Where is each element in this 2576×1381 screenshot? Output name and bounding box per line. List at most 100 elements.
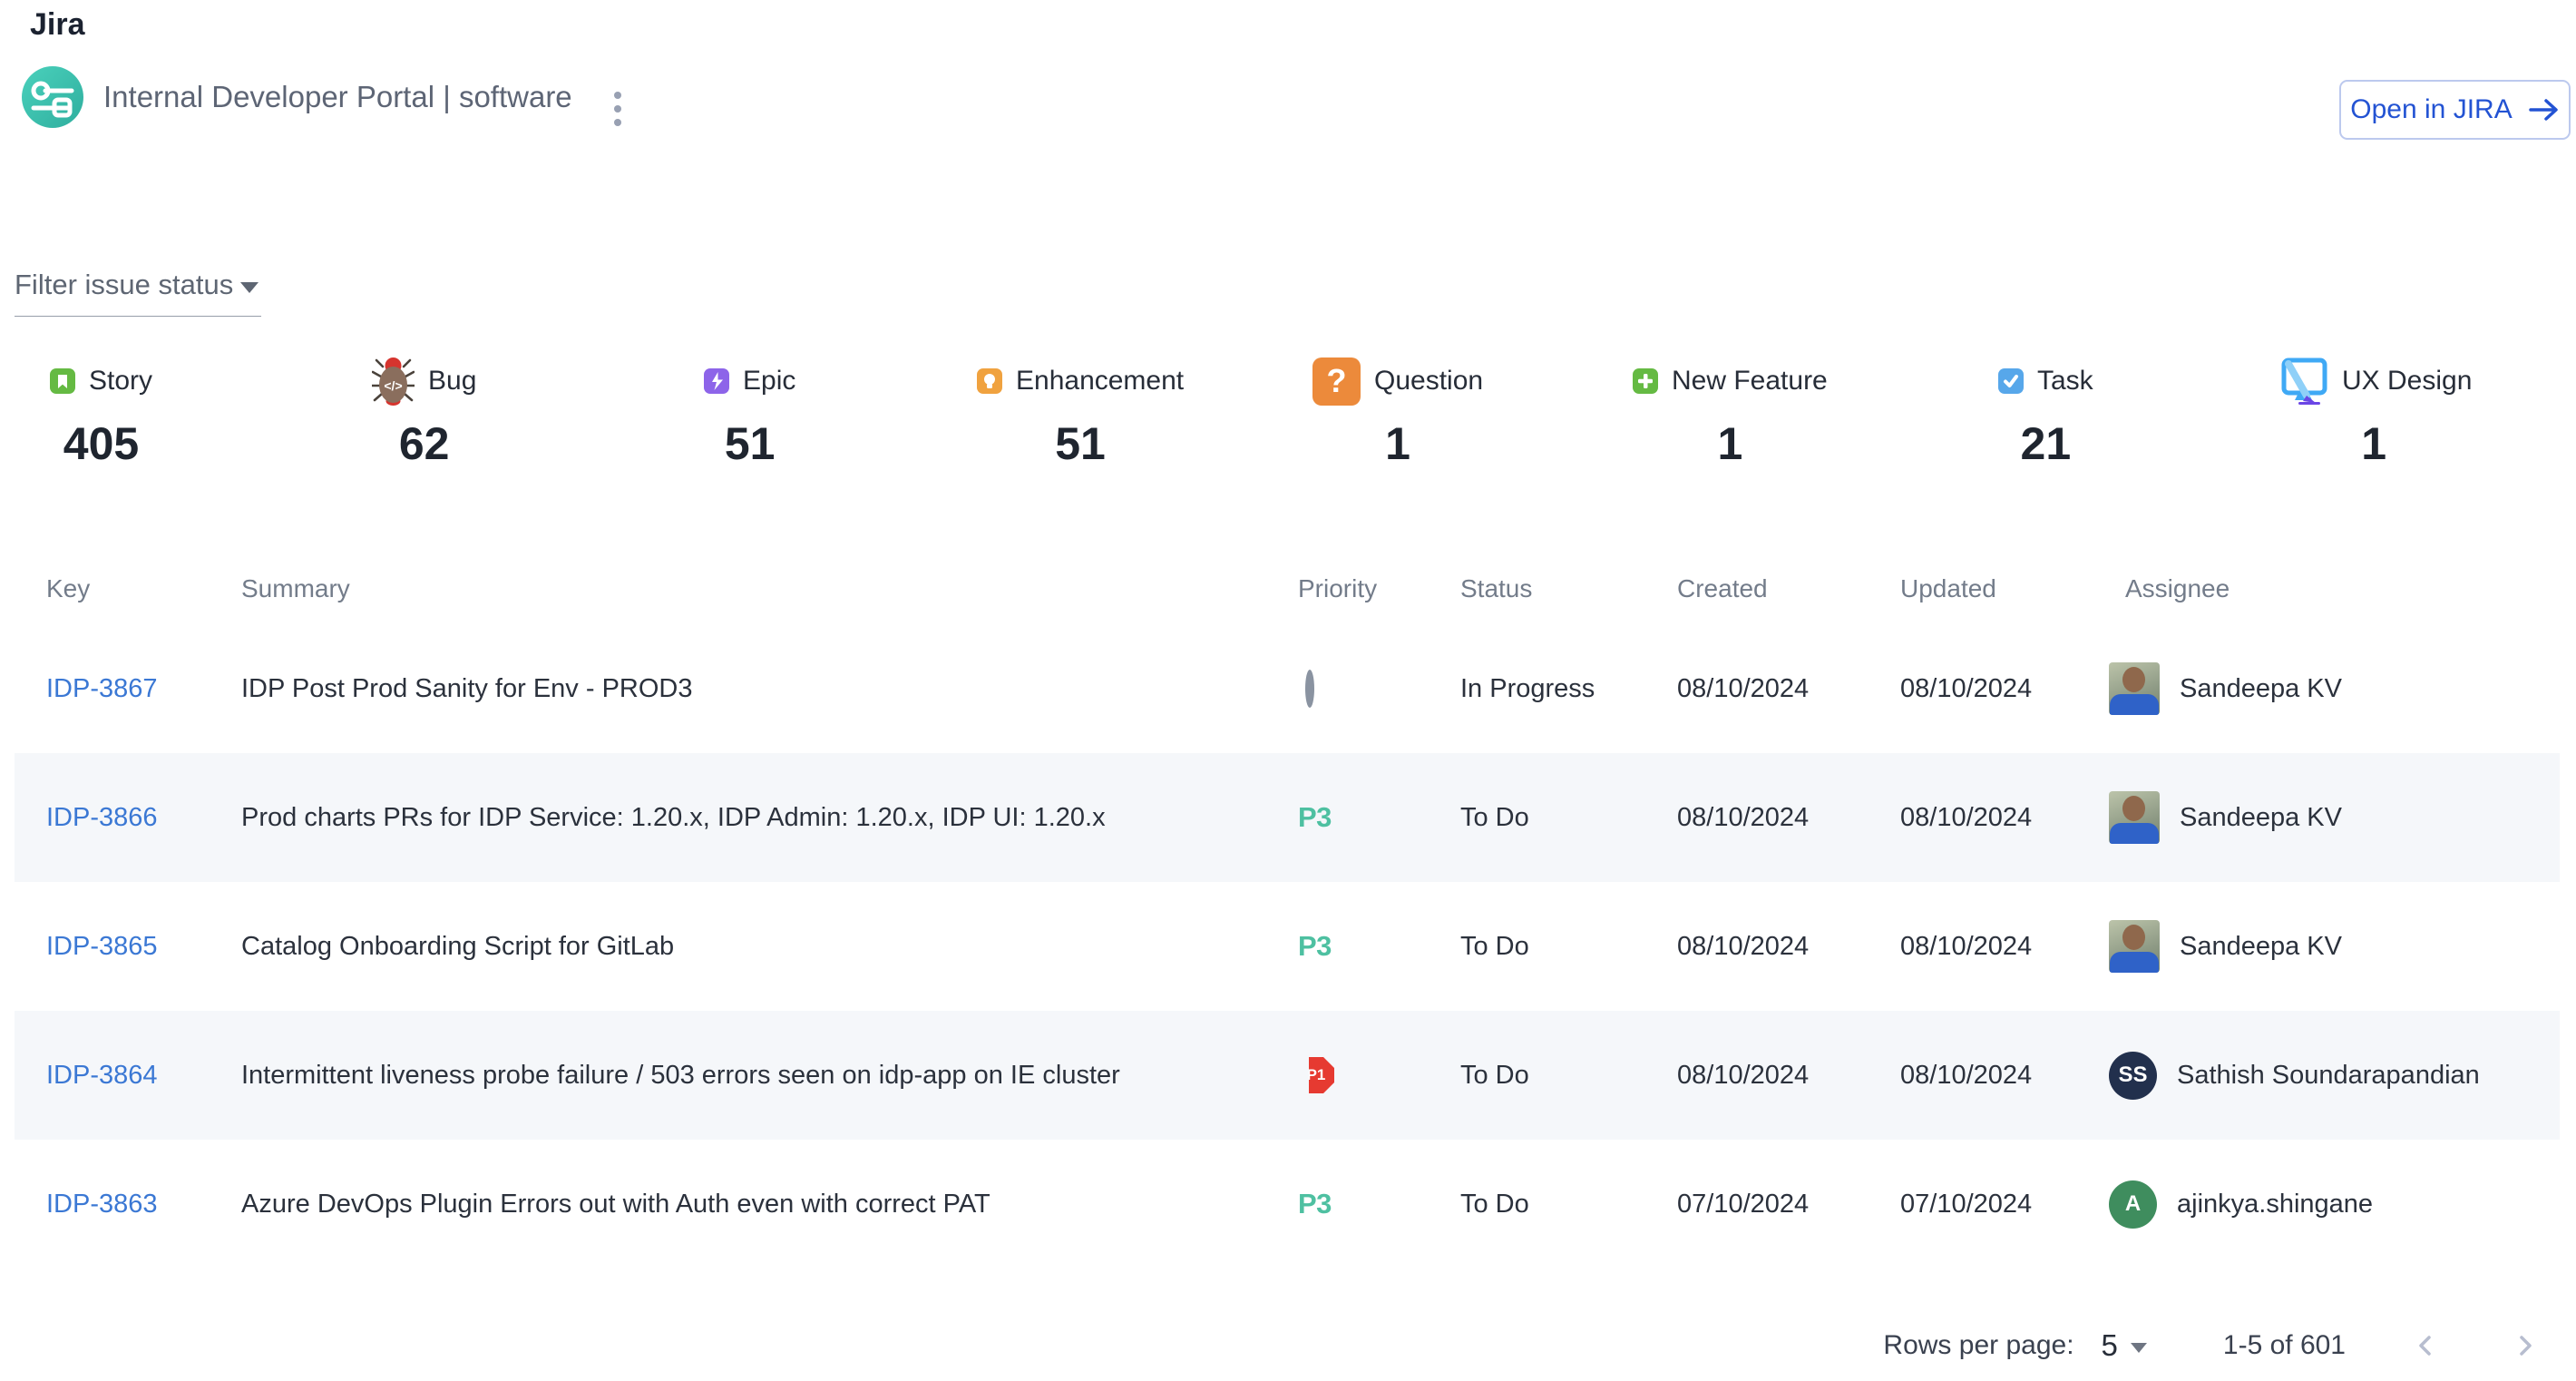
issue-key-link[interactable]: IDP-3866 [46, 803, 158, 832]
filter-issue-status-select[interactable]: Filter issue status [15, 269, 261, 317]
task-icon [1998, 368, 2024, 394]
priority-none-icon [1305, 670, 1314, 708]
counter-new-feature: New Feature 1 [1633, 352, 1828, 469]
table-row[interactable]: IDP-3863 Azure DevOps Plugin Errors out … [15, 1140, 2560, 1268]
story-icon [50, 368, 75, 394]
bug-icon: </> [372, 355, 415, 407]
counter-label: Bug [428, 366, 476, 397]
issue-created: 07/10/2024 [1677, 1190, 1900, 1219]
issue-updated: 07/10/2024 [1900, 1190, 2125, 1219]
table-row[interactable]: IDP-3867 IDP Post Prod Sanity for Env - … [15, 624, 2560, 753]
more-options-icon[interactable] [614, 92, 621, 126]
assignee-name: Sathish Soundarapandian [2177, 1061, 2480, 1091]
next-page-button[interactable] [2505, 1326, 2545, 1366]
issue-key-link[interactable]: IDP-3865 [46, 932, 158, 961]
rows-per-page-select[interactable]: 5 [2102, 1328, 2147, 1363]
priority-p3-icon: P3 [1298, 1188, 1332, 1219]
priority-p3-icon: P3 [1298, 930, 1332, 962]
avatar: A [2109, 1180, 2157, 1229]
issue-updated: 08/10/2024 [1900, 1061, 2125, 1091]
column-header-assignee: Assignee [2125, 574, 2560, 603]
issue-type-counters: Story 405 </> Bug [0, 352, 2576, 497]
issue-summary: Intermittent liveness probe failure / 50… [241, 1061, 1298, 1091]
counter-bug: </> Bug 62 [372, 352, 476, 469]
enhancement-icon [977, 368, 1002, 394]
issue-summary: IDP Post Prod Sanity for Env - PROD3 [241, 674, 1298, 704]
issue-updated: 08/10/2024 [1900, 803, 2125, 833]
priority-p1-icon: P1 [1298, 1057, 1334, 1093]
avatar [2109, 791, 2160, 844]
issue-key-link[interactable]: IDP-3864 [46, 1061, 158, 1090]
pagination-bar: Rows per page: 5 1-5 of 601 [1883, 1317, 2545, 1374]
assignee-name: ajinkya.shingane [2177, 1190, 2373, 1219]
epic-icon [704, 368, 729, 394]
column-header-status: Status [1460, 574, 1677, 603]
counter-value: 405 [63, 419, 139, 469]
rows-per-page-value: 5 [2102, 1328, 2118, 1363]
entity-header: Internal Developer Portal | software [22, 66, 621, 128]
issue-status: In Progress [1460, 674, 1677, 704]
issue-created: 08/10/2024 [1677, 803, 1900, 833]
issue-updated: 08/10/2024 [1900, 932, 2125, 962]
pagination-range: 1-5 of 601 [2223, 1330, 2346, 1361]
issue-status: To Do [1460, 1061, 1677, 1091]
issue-status: To Do [1460, 932, 1677, 962]
counter-label: Question [1374, 366, 1483, 397]
backstage-component-logo-icon [22, 66, 83, 128]
column-header-key: Key [46, 574, 241, 603]
svg-text:</>: </> [384, 378, 402, 393]
issue-status: To Do [1460, 1190, 1677, 1219]
rows-per-page-label: Rows per page: [1883, 1330, 2073, 1361]
avatar [2109, 662, 2160, 715]
table-row[interactable]: IDP-3864 Intermittent liveness probe fai… [15, 1011, 2560, 1140]
issue-status: To Do [1460, 803, 1677, 833]
counter-task: Task 21 [1998, 352, 2093, 469]
filter-issue-status-label: Filter issue status [15, 269, 233, 301]
issue-summary: Catalog Onboarding Script for GitLab [241, 932, 1298, 962]
open-in-jira-button[interactable]: Open in JIRA [2339, 80, 2571, 140]
counter-label: Story [89, 366, 152, 397]
ux-design-icon [2276, 357, 2328, 405]
chevron-left-icon [2411, 1331, 2440, 1360]
counter-label: New Feature [1672, 366, 1828, 397]
counter-value: 1 [1717, 419, 1742, 469]
counter-value: 62 [399, 419, 450, 469]
question-icon: ? [1312, 357, 1361, 406]
counter-question: ? Question 1 [1312, 352, 1483, 469]
counter-epic: Epic 51 [704, 352, 795, 469]
priority-p3-icon: P3 [1298, 801, 1332, 833]
issues-table: Key Summary Priority Status Created Upda… [15, 553, 2560, 1268]
entity-name: Internal Developer Portal | software [103, 80, 572, 114]
issue-created: 08/10/2024 [1677, 674, 1900, 704]
new-feature-icon [1633, 368, 1658, 394]
counter-value: 1 [1385, 419, 1410, 469]
table-row[interactable]: IDP-3865 Catalog Onboarding Script for G… [15, 882, 2560, 1011]
counter-label: UX Design [2342, 366, 2472, 397]
counter-label: Epic [743, 366, 795, 397]
issue-key-link[interactable]: IDP-3863 [46, 1190, 158, 1219]
assignee-name: Sandeepa KV [2180, 674, 2342, 704]
counter-enhancement: Enhancement 51 [977, 352, 1184, 469]
assignee-name: Sandeepa KV [2180, 803, 2342, 833]
counter-value: 21 [2021, 419, 2072, 469]
column-header-priority: Priority [1298, 574, 1460, 603]
chevron-right-icon [2511, 1331, 2540, 1360]
issue-updated: 08/10/2024 [1900, 674, 2125, 704]
page-title: Jira [30, 7, 85, 43]
counter-value: 51 [725, 419, 776, 469]
open-in-jira-label: Open in JIRA [2350, 94, 2512, 125]
issue-summary: Azure DevOps Plugin Errors out with Auth… [241, 1190, 1298, 1219]
issue-created: 08/10/2024 [1677, 932, 1900, 962]
issue-summary: Prod charts PRs for IDP Service: 1.20.x,… [241, 803, 1298, 833]
table-header-row: Key Summary Priority Status Created Upda… [15, 553, 2560, 624]
avatar: SS [2109, 1052, 2157, 1100]
counter-ux-design: UX Design 1 [2276, 352, 2472, 469]
chevron-down-icon [2131, 1343, 2147, 1353]
column-header-updated: Updated [1900, 574, 2125, 603]
previous-page-button[interactable] [2405, 1326, 2445, 1366]
issue-key-link[interactable]: IDP-3867 [46, 674, 158, 703]
column-header-summary: Summary [241, 574, 1298, 603]
table-row[interactable]: IDP-3866 Prod charts PRs for IDP Service… [15, 753, 2560, 882]
assignee-name: Sandeepa KV [2180, 932, 2342, 962]
counter-value: 51 [1055, 419, 1106, 469]
